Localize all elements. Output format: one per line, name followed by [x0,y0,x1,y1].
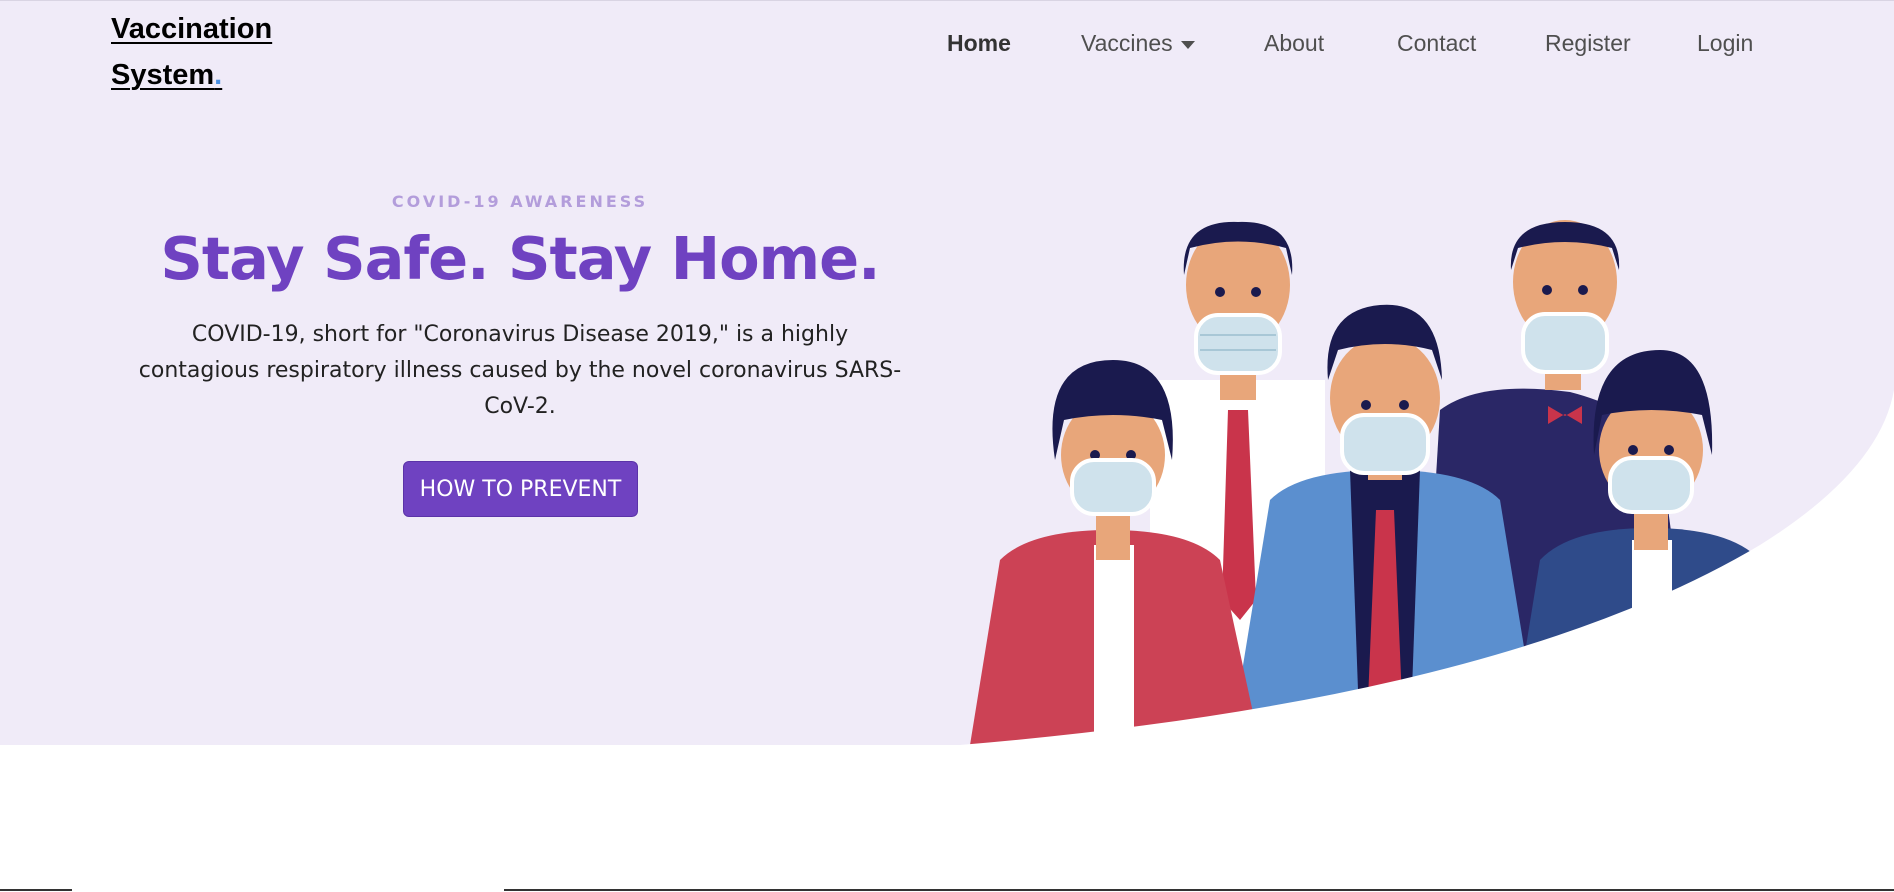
chevron-down-icon [1180,40,1195,49]
nav-about-link[interactable]: About [1264,30,1324,57]
nav-contact-link[interactable]: Contact [1397,30,1476,57]
bottom-line-left [0,889,72,891]
hero-section: Vaccination System. Home Vaccines About … [0,0,1894,745]
hero-description: COVID-19, short for "Coronavirus Disease… [138,322,902,419]
bottom-line-right [504,889,1894,891]
nav-register-link[interactable]: Register [1545,30,1631,57]
hero-text-block: COVID-19 AWARENESS Stay Safe. Stay Home.… [120,192,920,425]
how-to-prevent-button[interactable]: HOW TO PREVENT [403,461,638,517]
nav-vaccines-dropdown[interactable]: Vaccines [1081,30,1195,57]
hero-eyebrow: COVID-19 AWARENESS [391,192,649,211]
nav-home-link[interactable]: Home [947,30,1011,57]
nav-login-link[interactable]: Login [1697,30,1753,57]
nav-vaccines-label: Vaccines [1081,30,1173,56]
hero-headline: Stay Safe. Stay Home. [160,224,880,293]
main-navigation: Home Vaccines About Contact Register Log… [0,30,1894,74]
